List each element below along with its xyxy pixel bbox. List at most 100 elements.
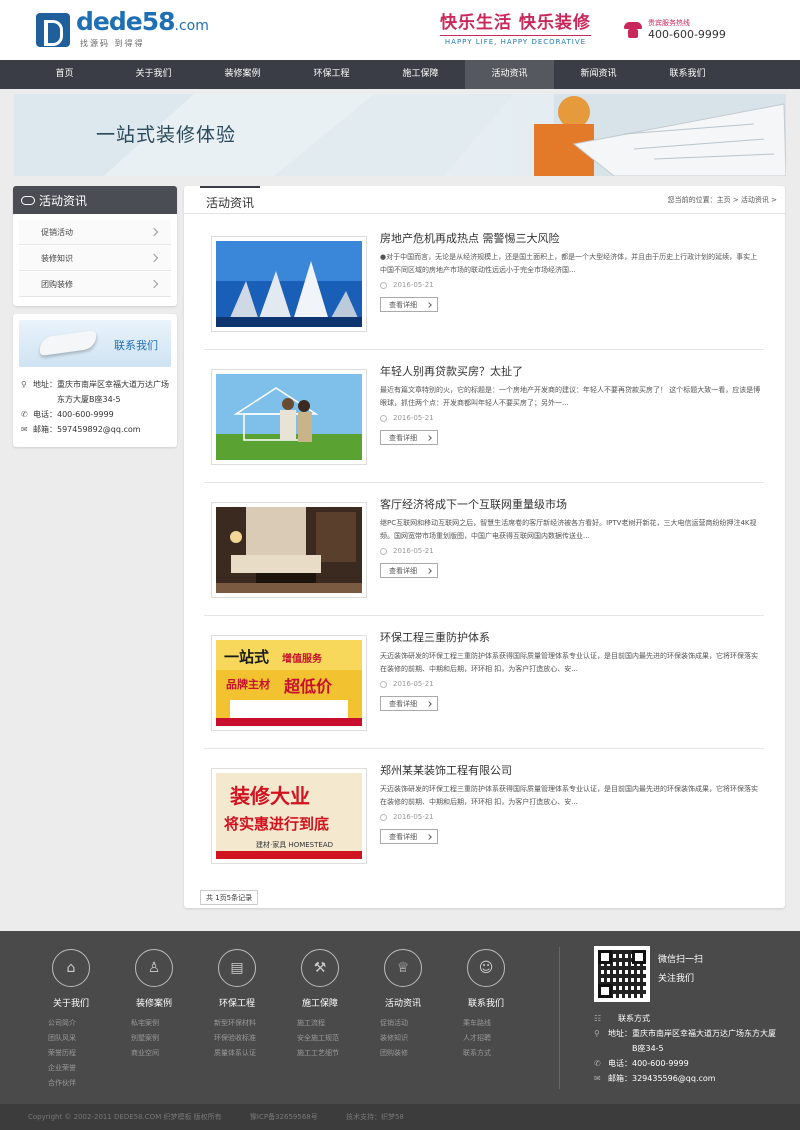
footer-link[interactable]: 环保验收标准 [214,1031,272,1046]
qr-caption: 微信扫一扫 关注我们 [658,951,703,989]
category-item-label: 装修知识 [41,253,73,263]
clock-icon [380,281,387,289]
read-more-button[interactable]: 查看详细 [380,430,438,445]
article-title[interactable]: 年轻人别再贷款买房？太扯了 [380,363,523,379]
tech-support[interactable]: 技术支持：织梦58 [346,1113,404,1121]
read-more-button[interactable]: 查看详细 [380,297,438,312]
read-more-button[interactable]: 查看详细 [380,696,438,711]
promo2-line-2: 将实惠进行到底 [224,815,329,833]
promo2-line-1: 装修大业 [229,784,310,808]
trophy-icon[interactable]: ♕ [384,949,422,987]
read-more-button[interactable]: 查看详细 [380,829,438,844]
article-thumbnail[interactable]: 一站式 增值服务 品牌主材 超低价 [211,635,367,731]
nav-item-cases[interactable]: 装修案例 [198,60,287,89]
people-icon[interactable]: ☺ [467,949,505,987]
article-thumbnail[interactable] [211,502,367,598]
footer-divider [559,947,560,1089]
article-thumbnail[interactable]: 装修大业 将实惠进行到底 建材·家具 HOMESTEAD [211,768,367,864]
category-list: 促销活动 装修知识 团购装修 [13,214,177,306]
phone-small-icon: ✆ [21,410,28,419]
footer-phone-label: 电话： [608,1059,632,1068]
couple-house-image [216,374,362,460]
nav-item-eco[interactable]: 环保工程 [287,60,376,89]
footer-link[interactable]: 团队风采 [48,1031,106,1046]
article-title[interactable]: 房地产危机再成热点 需警惕三大风险 [380,230,560,246]
footer-column-title[interactable]: 关于我们 [36,996,106,1009]
footer-link[interactable]: 合作伙伴 [48,1076,106,1091]
article-date-text: 2016-05-21 [393,547,434,555]
roller-icon[interactable]: ▤ [218,949,256,987]
nav-item-guarantee[interactable]: 施工保障 [376,60,465,89]
email-value[interactable]: 597459892@qq.com [57,422,141,437]
footer-column-title[interactable]: 施工保障 [285,996,355,1009]
promo-line-3: 品牌主材 [226,677,270,691]
contact-banner: 联系我们 [19,320,171,367]
copyright-bar: Copyright © 2002-2011 DEDE58.COM 织梦模板 版权… [0,1104,800,1130]
header-slogan: 快乐生活 快乐装修 HAPPY LIFE, HAPPY DECORATIVE [440,8,591,46]
article-title[interactable]: 郑州某某装饰工程有限公司 [380,762,512,778]
slogan-english: HAPPY LIFE, HAPPY DECORATIVE [440,35,591,46]
article-description: ●对于中国而言，无论是从经济规模上，还是国土面积上，都是一个大型经济体，并且由于… [380,253,758,274]
hotline: 贵宾服务热线 400-600-9999 [624,18,726,41]
footer-link[interactable]: 新型环保材料 [214,1016,272,1031]
footer-link[interactable]: 荣誉历程 [48,1046,106,1061]
footer-link[interactable]: 联系方式 [463,1046,521,1061]
footer-link[interactable]: 商业空间 [131,1046,189,1061]
footer-link[interactable]: 别墅案例 [131,1031,189,1046]
hammer-icon[interactable]: ⚒ [301,949,339,987]
nav-item-home[interactable]: 首页 [20,60,109,89]
article-title[interactable]: 环保工程三重防护体系 [380,629,490,645]
footer-link[interactable]: 人才招聘 [463,1031,521,1046]
article-title[interactable]: 客厅经济将成下一个互联网重量级市场 [380,496,567,512]
nav-item-about[interactable]: 关于我们 [109,60,198,89]
nav-item-activities[interactable]: 活动资讯 [465,60,554,89]
category-item-promotions[interactable]: 促销活动 [19,220,171,245]
article-description: 最近有篇文章特别的火，它的标题是：一个房地产开发商的建议：年轻人不要再贷款买房了… [380,386,761,407]
icp-number[interactable]: 豫ICP备32659568号 [250,1113,318,1121]
read-more-button[interactable]: 查看详细 [380,563,438,578]
footer-link[interactable]: 团购装修 [380,1046,438,1061]
footer-column-title[interactable]: 联系我们 [451,996,521,1009]
house-icon[interactable]: ⌂ [52,949,90,987]
mail-icon: ✉ [594,1074,601,1083]
footer-contact-info: ☷ 联系方式 ⚲ 地址： 重庆市南岸区幸福大道万达广场东方大厦B座34-5 ✆ 电话： 4… [594,1011,780,1086]
breadcrumb[interactable]: 您当前的位置：主页 > 活动资讯 > [668,195,777,205]
article-item: 装修大业 将实惠进行到底 建材·家具 HOMESTEAD 郑州某某装饰工程有限公… [204,762,764,882]
footer-link[interactable]: 质量体系认证 [214,1046,272,1061]
promo2-line-3: 建材·家具 HOMESTEAD [256,840,333,849]
footer-link[interactable]: 乘车路线 [463,1016,521,1031]
footer-link[interactable]: 施工工艺细节 [297,1046,355,1061]
footer-link[interactable]: 安全施工规范 [297,1031,355,1046]
clock-icon [380,813,387,821]
article-thumbnail[interactable] [211,369,367,465]
category-item-group-buy[interactable]: 团购装修 [19,272,171,297]
footer-email[interactable]: 329435596@qq.com [632,1071,716,1086]
footer-column-title[interactable]: 装修案例 [119,996,189,1009]
footer-address: 重庆市南岸区幸福大道万达广场东方大厦B座34-5 [632,1029,776,1053]
footer-column-title[interactable]: 活动资讯 [368,996,438,1009]
nav-item-contact[interactable]: 联系我们 [643,60,732,89]
footer-link[interactable]: 装修知识 [380,1031,438,1046]
lamp-icon[interactable]: ♙ [135,949,173,987]
footer-link[interactable]: 私宅案例 [131,1016,189,1031]
category-item-knowledge[interactable]: 装修知识 [19,246,171,271]
article-thumbnail[interactable] [211,236,367,332]
site-logo[interactable]: dede58.com 找源码 到得得 [36,7,209,49]
footer-link[interactable]: 施工流程 [297,1016,355,1031]
footer-column-title[interactable]: 环保工程 [202,996,272,1009]
chevron-right-icon [149,253,159,263]
article-item: 年轻人别再贷款买房？太扯了 最近有篇文章特别的火，它的标题是：一个房地产开发商的… [204,363,764,483]
qr-caption-line-1: 微信扫一扫 [658,955,704,965]
footer-phone: 400-600-9999 [632,1059,689,1068]
footer-column-eco: ▤ 环保工程 新型环保材料 环保验收标准 质量体系认证 [202,949,272,1061]
chevron-right-icon [426,834,432,840]
article-date-text: 2016-05-21 [393,680,434,688]
footer-link[interactable]: 公司简介 [48,1016,106,1031]
promo-poster-image: 一站式 增值服务 品牌主材 超低价 [216,640,362,726]
clock-icon [380,680,387,688]
footer-link[interactable]: 企业荣誉 [48,1061,106,1076]
logo-main-text: dede58 [76,7,175,36]
chevron-right-icon [426,302,432,308]
footer-link[interactable]: 促销活动 [380,1016,438,1031]
nav-item-news[interactable]: 新闻资讯 [554,60,643,89]
